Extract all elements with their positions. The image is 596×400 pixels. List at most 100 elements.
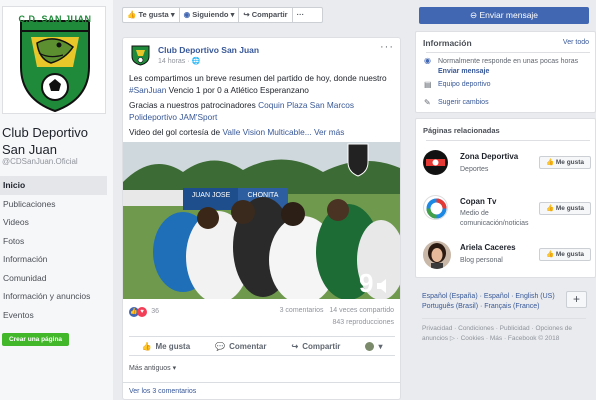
right-column: ⊖ Enviar mensaje Información Ver todo ◉ … <box>412 0 596 400</box>
post-time-label: 14 horas <box>158 58 186 65</box>
post-time[interactable]: 14 horas · 🌐 <box>158 57 200 65</box>
jersey-number: 9 <box>359 268 373 298</box>
comment-sort-label: Más antiguos <box>129 365 171 372</box>
nav-item-publicaciones[interactable]: Publicaciones <box>0 195 107 214</box>
zona-deportiva-logo <box>423 150 448 175</box>
page-handle[interactable]: @CDSanJuan.Oficial <box>2 157 78 166</box>
share-count[interactable]: 14 veces compartido <box>329 307 394 314</box>
follow-button[interactable]: ◉ Siguiendo ▾ <box>180 8 240 22</box>
related-like-button[interactable]: 👍 Me gusta <box>539 248 591 261</box>
response-link[interactable]: Enviar mensaje <box>438 67 593 77</box>
copan-tv-avatar[interactable] <box>423 195 448 220</box>
banner-juan-jose: JUAN JOSE <box>192 192 231 199</box>
language-links[interactable]: Español (España) · Español · English (US… <box>422 292 562 312</box>
messenger-icon: ⊖ <box>469 10 478 20</box>
related-like-label: Me gusta <box>555 205 585 212</box>
comments-shares[interactable]: 3 comentarios 14 veces compartido <box>280 307 394 314</box>
like-post-button[interactable]: 👍 Me gusta <box>142 342 191 351</box>
create-page-button[interactable]: Crear una página <box>2 333 69 346</box>
post-card: Club Deportivo San Juan 14 horas · 🌐 ···… <box>122 37 401 400</box>
left-column: C.D. SAN JUAN Club Deportivo San Juan @C… <box>0 0 113 400</box>
add-language-button[interactable]: + <box>566 291 587 308</box>
sponsor1-link[interactable]: Coquin Plaza San Marcos <box>258 100 354 110</box>
post-actions: 👍 Me gusta 💬 Comentar ↪ Compartir ▾ <box>129 336 395 356</box>
view-count: 843 reproducciones <box>332 319 395 326</box>
divider <box>426 52 590 53</box>
love-reaction-icon: ♥ <box>137 307 147 317</box>
ariela-caceres-avatar[interactable] <box>423 241 451 269</box>
thumbs-up-outline-icon: 👍 <box>141 341 152 351</box>
reaction-count: 36 <box>151 308 160 315</box>
globe-icon: 🌐 <box>191 58 201 65</box>
more-button[interactable]: ··· <box>293 8 309 22</box>
nav-item-videos[interactable]: Videos <box>0 213 107 232</box>
team-huddle-image: JUAN JOSE CHONITA 9 <box>123 142 400 299</box>
reaction-selector[interactable]: ▾ <box>365 341 382 351</box>
post-author-avatar[interactable] <box>131 44 150 66</box>
footer-links[interactable]: Privacidad · Condiciones · Publicidad · … <box>422 324 592 344</box>
left-nav: Inicio Publicaciones Videos Fotos Inform… <box>0 176 107 324</box>
sponsor2-link[interactable]: Polideportivo JAM'Sport <box>129 112 217 122</box>
info-title: Información <box>423 38 472 48</box>
like-page-label: Te gusta <box>138 10 169 19</box>
zona-deportiva-avatar[interactable] <box>423 150 448 175</box>
send-message-label: Enviar mensaje <box>479 10 539 20</box>
nav-item-eventos[interactable]: Eventos <box>0 306 107 325</box>
user-avatar-icon <box>365 341 375 351</box>
see-more-link[interactable]: Ver más <box>314 127 344 137</box>
watermark-crest-icon <box>347 143 369 177</box>
video-prefix: Video del gol cortesía de <box>129 127 223 137</box>
send-message-button[interactable]: ⊖ Enviar mensaje <box>419 7 589 24</box>
share-arrow-icon: ↪ <box>291 341 299 351</box>
related-sub: Medio de comunicación/noticias <box>460 210 529 227</box>
divider <box>123 382 400 383</box>
share-post-label: Compartir <box>302 341 341 351</box>
divider <box>422 318 586 319</box>
share-post-button[interactable]: ↪ Compartir <box>291 342 340 351</box>
pencil-icon: ✎ <box>424 98 431 107</box>
post-video[interactable]: JUAN JOSE CHONITA 9 <box>123 142 400 299</box>
related-sub: Deportes <box>460 166 489 173</box>
related-like-button[interactable]: 👍 Me gusta <box>539 156 591 169</box>
comment-label: Comentar <box>229 341 267 351</box>
info-card: Información Ver todo ◉ Normalmente respo… <box>415 31 596 113</box>
divider <box>426 140 590 141</box>
copan-tv-logo <box>426 198 447 219</box>
like-page-button[interactable]: 👍 Te gusta ▾ <box>123 8 180 22</box>
thumbs-up-icon: 👍 <box>127 10 137 19</box>
page-name[interactable]: Club Deportivo San Juan <box>2 124 110 158</box>
messenger-small-icon: ◉ <box>424 56 431 65</box>
post-author[interactable]: Club Deportivo San Juan <box>158 45 259 55</box>
related-like-label: Me gusta <box>555 251 585 258</box>
comment-icon: 💬 <box>215 341 226 351</box>
nav-item-informacion[interactable]: Información <box>0 250 107 269</box>
related-name[interactable]: Copan Tv <box>460 197 496 206</box>
hashtag-link[interactable]: #SanJuan <box>129 85 166 95</box>
nav-item-inicio[interactable]: Inicio <box>0 176 107 195</box>
related-like-label: Me gusta <box>555 159 585 166</box>
related-pages-card: Páginas relacionadas Zona Deportiva Depo… <box>415 118 596 278</box>
comment-count[interactable]: 3 comentarios <box>280 307 324 314</box>
post-options-icon[interactable]: ··· <box>380 41 394 53</box>
nav-item-anuncios[interactable]: Información y anuncios <box>0 287 107 306</box>
person-photo <box>423 241 451 269</box>
see-all-link[interactable]: Ver todo <box>563 39 589 46</box>
like-post-label: Me gusta <box>155 341 191 351</box>
comment-button[interactable]: 💬 Comentar <box>215 342 266 351</box>
suggest-edits-link[interactable]: Sugerir cambios <box>438 99 489 106</box>
page-action-bar: 👍 Te gusta ▾ ◉ Siguiendo ▾ ↪ Compartir ·… <box>122 7 323 23</box>
related-sub: Blog personal <box>460 257 503 264</box>
page-avatar[interactable]: C.D. SAN JUAN <box>2 6 106 114</box>
category-icon: ▤ <box>424 80 432 89</box>
related-name[interactable]: Zona Deportiva <box>460 152 518 161</box>
category-link[interactable]: Equipo deportivo <box>438 81 491 88</box>
video-credit-link[interactable]: Valle Vision Multicable... <box>222 127 311 137</box>
related-name[interactable]: Ariela Caceres <box>460 243 516 252</box>
comment-sort-dropdown[interactable]: Más antiguos ▾ <box>129 364 176 372</box>
share-page-button[interactable]: ↪ Compartir <box>239 8 293 22</box>
response-info: Normalmente responde en unas pocas horas… <box>438 57 593 77</box>
nav-item-comunidad[interactable]: Comunidad <box>0 269 107 288</box>
related-like-button[interactable]: 👍 Me gusta <box>539 202 591 215</box>
view-comments-link[interactable]: Ver los 3 comentarios <box>129 388 196 395</box>
nav-item-fotos[interactable]: Fotos <box>0 232 107 251</box>
